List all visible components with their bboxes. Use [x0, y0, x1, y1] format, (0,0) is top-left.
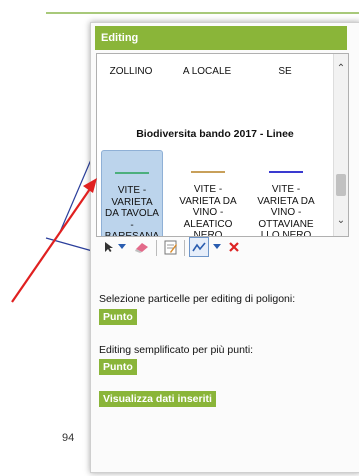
annotation-arrow-icon — [11, 178, 97, 303]
